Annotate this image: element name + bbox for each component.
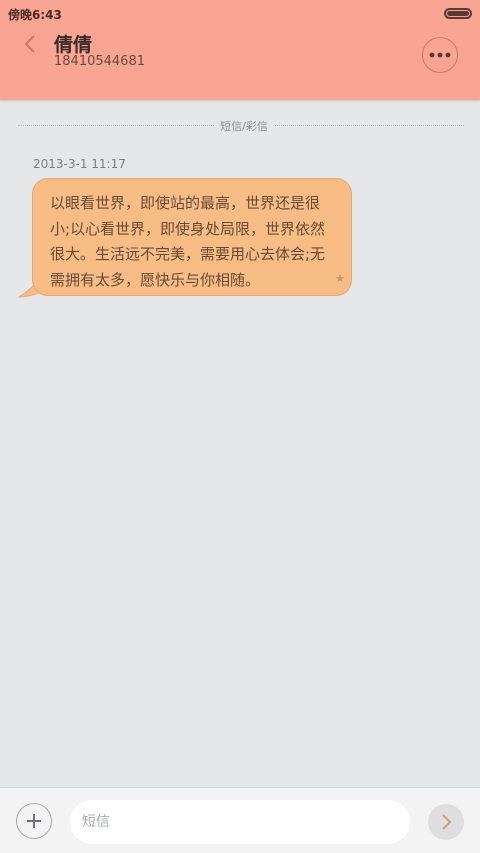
more-options-button[interactable]: [422, 37, 458, 73]
add-attachment-button[interactable]: [16, 803, 52, 839]
message-timestamp: 2013-3-1 11:17: [33, 157, 126, 171]
divider-label: 短信/彩信: [214, 118, 274, 134]
sms-input[interactable]: [70, 800, 410, 844]
contact-name: 倩倩: [54, 34, 93, 56]
star-icon: ★: [335, 271, 345, 285]
back-arrow-icon: [24, 35, 35, 53]
plus-icon: [27, 814, 41, 828]
status-time: 傍晚6:43: [8, 8, 62, 22]
compose-bar: [0, 787, 480, 853]
more-dots-icon: [429, 52, 451, 58]
message-bubble[interactable]: 以眼看世界，即使站的最高，世界还是很小;以心看世界，即使身处局限，世界依然很大。…: [32, 178, 352, 296]
status-bar: 傍晚6:43: [0, 0, 480, 26]
battery-icon: [444, 8, 472, 19]
back-button[interactable]: [16, 30, 44, 58]
contact-number: 18410544681: [54, 54, 145, 69]
conversation-header: 倩倩 18410544681: [0, 26, 480, 100]
send-chevron-icon: [442, 814, 452, 830]
message-text: 以眼看世界，即使站的最高，世界还是很小;以心看世界，即使身处局限，世界依然很大。…: [50, 194, 326, 289]
message-type-divider: 短信/彩信: [18, 118, 464, 134]
send-button[interactable]: [428, 804, 464, 840]
